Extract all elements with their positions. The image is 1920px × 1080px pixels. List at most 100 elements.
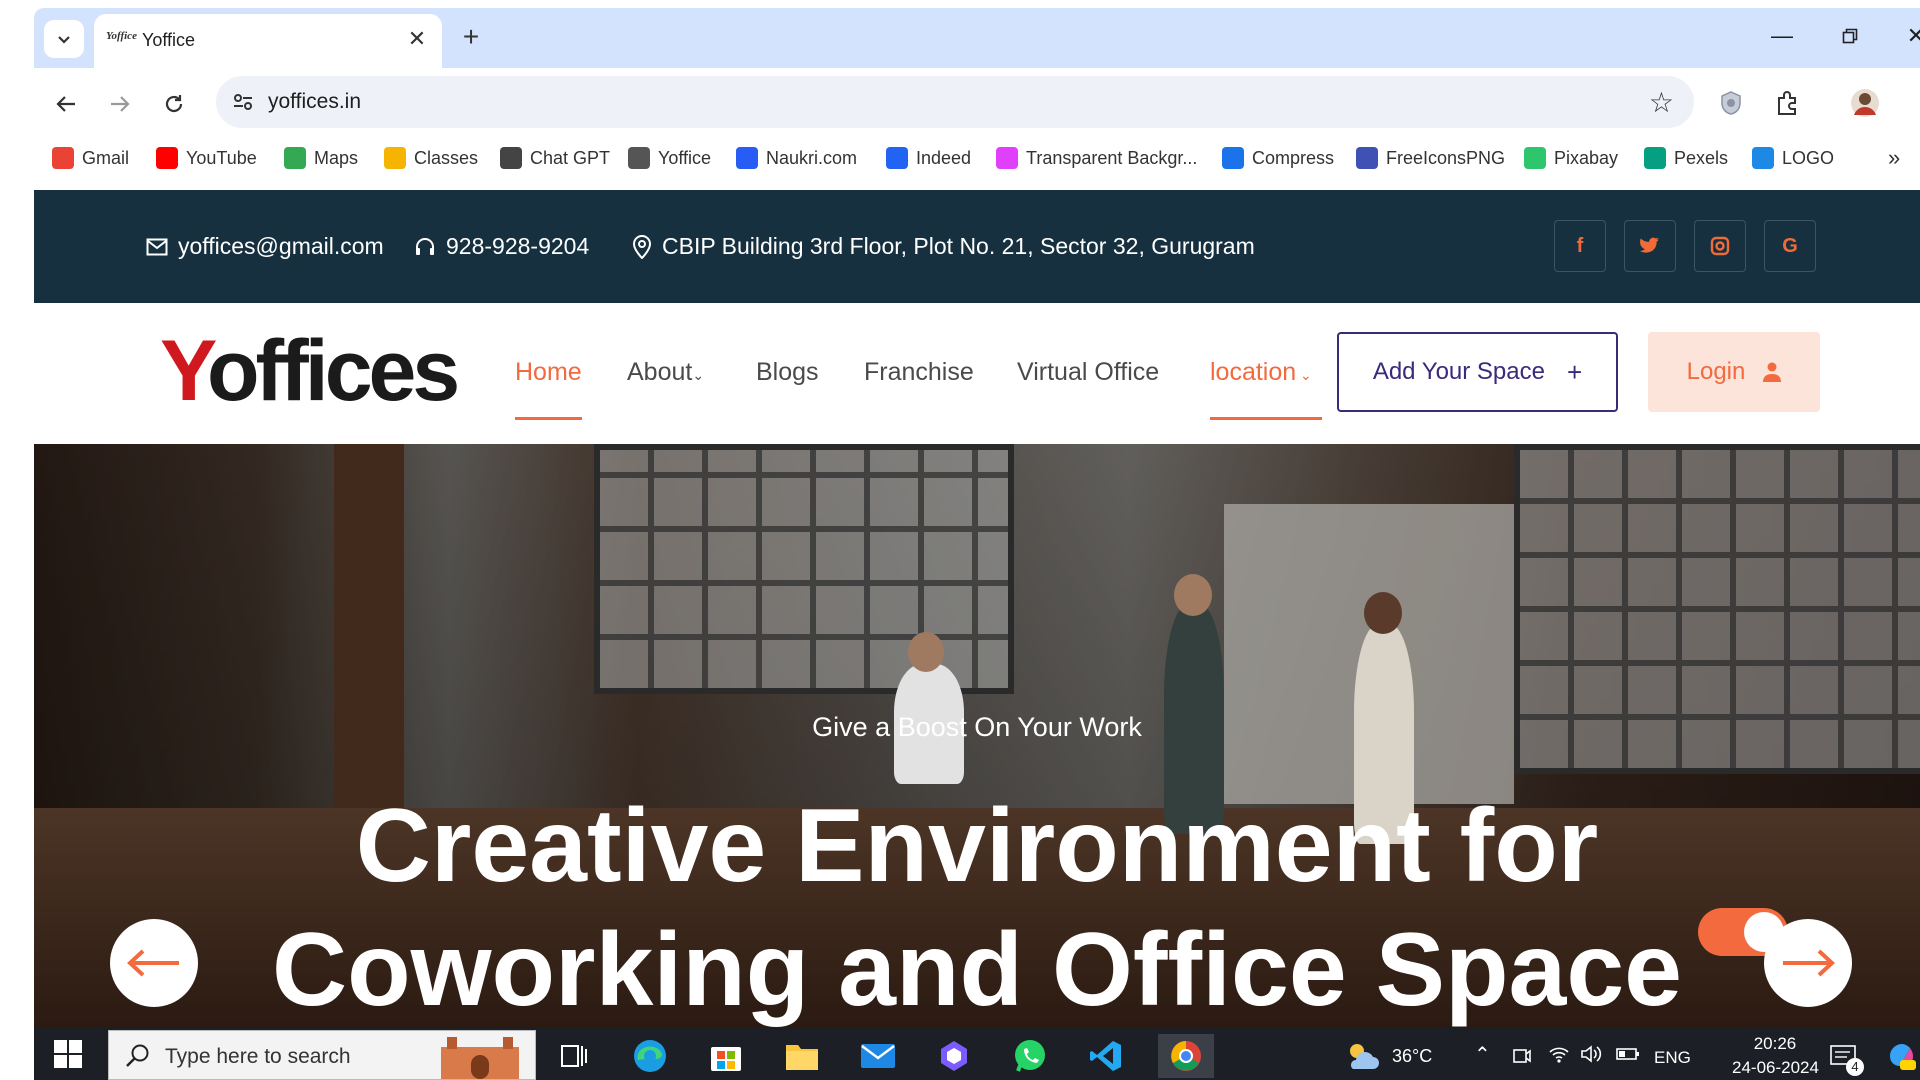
nav-home-underline xyxy=(515,417,582,420)
nav-virtual-office[interactable]: Virtual Office xyxy=(1017,358,1159,387)
copilot-pre-icon[interactable] xyxy=(1886,1040,1916,1077)
restore-icon xyxy=(1842,28,1858,44)
nav-about[interactable]: About⌄ xyxy=(627,358,704,387)
notification-count: 4 xyxy=(1846,1058,1864,1076)
arrow-left-icon xyxy=(127,949,179,977)
chevron-up-icon[interactable]: ⌃ xyxy=(1474,1042,1491,1067)
vscode-icon[interactable] xyxy=(1084,1034,1128,1078)
logo-text: offices xyxy=(206,323,460,419)
site-logo[interactable]: Yoffices xyxy=(160,323,460,419)
yoffice-icon xyxy=(628,147,650,169)
search-icon xyxy=(126,1044,149,1067)
bookmark-label: Chat GPT xyxy=(530,147,611,168)
transparent-bg-icon xyxy=(996,147,1018,169)
add-your-space-button[interactable]: Add Your Space + xyxy=(1337,332,1618,412)
back-button[interactable] xyxy=(46,84,86,124)
profile-avatar[interactable] xyxy=(1846,84,1884,122)
nav-blogs[interactable]: Blogs xyxy=(756,358,819,387)
twitter-icon[interactable] xyxy=(1624,220,1676,272)
battery-icon[interactable] xyxy=(1616,1046,1640,1067)
facebook-icon[interactable]: f xyxy=(1554,220,1606,272)
bookmark-item[interactable]: LOGO xyxy=(1752,146,1834,170)
new-tab-button[interactable]: + xyxy=(456,21,486,52)
bookmark-item[interactable]: Gmail xyxy=(52,146,129,170)
meet-now-icon[interactable] xyxy=(1512,1044,1532,1071)
bookmark-item[interactable]: YouTube xyxy=(156,146,257,170)
chrome-icon[interactable] xyxy=(1158,1034,1214,1078)
minimize-button[interactable]: — xyxy=(1762,18,1802,54)
nav-home[interactable]: Home xyxy=(515,358,582,387)
temperature[interactable]: 36°C xyxy=(1392,1046,1432,1067)
task-view-icon[interactable] xyxy=(552,1034,596,1078)
close-window-button[interactable]: ✕ xyxy=(1896,18,1920,54)
pixabay-icon xyxy=(1524,147,1546,169)
restore-button[interactable] xyxy=(1830,18,1870,54)
hero-prev-button[interactable] xyxy=(110,919,198,1007)
naukri-icon xyxy=(736,147,758,169)
bookmark-label: Classes xyxy=(414,147,479,168)
whatsapp-icon[interactable] xyxy=(1008,1034,1052,1078)
nav-location[interactable]: location ⌄ xyxy=(1210,358,1312,387)
login-label: Login xyxy=(1686,358,1746,385)
bookmark-item[interactable]: FreeIconsPNG xyxy=(1356,146,1505,170)
bookmark-item[interactable]: Chat GPT xyxy=(500,146,610,170)
clock[interactable]: 20:26 24-06-2024 xyxy=(1732,1034,1819,1078)
bookmark-item[interactable]: Maps xyxy=(284,146,358,170)
edge-icon[interactable] xyxy=(628,1034,672,1078)
nav-franchise[interactable]: Franchise xyxy=(864,358,974,387)
freeiconspng-icon xyxy=(1356,147,1378,169)
taskbar-search-box[interactable]: Type here to search xyxy=(108,1030,536,1080)
tab-close-icon[interactable]: ✕ xyxy=(404,26,430,52)
bookmark-label: Transparent Backgr... xyxy=(1026,147,1198,168)
extensions-puzzle-icon[interactable] xyxy=(1768,84,1806,122)
weather-icon[interactable] xyxy=(1340,1034,1384,1078)
bookmark-item[interactable]: Compress xyxy=(1222,146,1334,170)
bookmark-item[interactable]: Classes xyxy=(384,146,478,170)
hero-title: Creative Environment for Coworking and O… xyxy=(34,784,1920,1028)
windows-start-icon[interactable] xyxy=(54,1040,82,1068)
wifi-icon[interactable] xyxy=(1548,1044,1570,1069)
indeed-icon xyxy=(886,147,908,169)
bookmark-item[interactable]: Indeed xyxy=(886,146,971,170)
chevron-down-icon: ⌄ xyxy=(1296,367,1312,383)
hero-next-button[interactable] xyxy=(1764,919,1852,1007)
volume-icon[interactable] xyxy=(1580,1044,1602,1069)
maps-icon xyxy=(284,147,306,169)
contact-phone[interactable]: 928-928-9204 xyxy=(414,233,589,260)
more-bookmarks-button[interactable]: » xyxy=(1888,145,1900,170)
bookmark-star-icon[interactable]: ☆ xyxy=(1649,86,1674,119)
tab-yoffice[interactable]: Yoffice Yoffice ✕ xyxy=(94,14,442,70)
microsoft-store-icon[interactable] xyxy=(704,1034,748,1078)
address-bar[interactable]: yoffices.in ☆ xyxy=(216,76,1694,128)
contact-email[interactable]: yoffices@gmail.com xyxy=(146,233,384,260)
bookmark-label: Naukri.com xyxy=(766,147,858,168)
forward-button[interactable] xyxy=(100,84,140,124)
google-icon[interactable]: G xyxy=(1764,220,1816,272)
reload-button[interactable] xyxy=(154,84,194,124)
bookmark-label: Indeed xyxy=(916,147,972,168)
file-explorer-icon[interactable] xyxy=(780,1034,824,1078)
mail-app-icon[interactable] xyxy=(856,1034,900,1078)
chevron-down-icon xyxy=(58,36,70,44)
login-button[interactable]: Login xyxy=(1648,332,1820,412)
site-info-icon[interactable] xyxy=(230,89,256,115)
user-icon xyxy=(1763,362,1782,382)
bookmark-item[interactable]: Naukri.com xyxy=(736,146,857,170)
language-indicator[interactable]: ENG xyxy=(1654,1048,1691,1068)
bookmark-item[interactable]: Yoffice xyxy=(628,146,711,170)
logo-letter-y: Y xyxy=(160,323,211,419)
hero-title-line-2: Coworking and Office Space xyxy=(271,912,1683,1028)
extension-shield-icon[interactable] xyxy=(1712,84,1750,122)
hero-title-line-1: Creative Environment for xyxy=(355,788,1599,904)
copilot-icon[interactable] xyxy=(932,1034,976,1078)
bookmark-item[interactable]: Pexels xyxy=(1644,146,1728,170)
bookmark-label: Compress xyxy=(1252,147,1335,168)
clock-time: 20:26 xyxy=(1753,1034,1797,1053)
instagram-icon[interactable] xyxy=(1694,220,1746,272)
compress-icon xyxy=(1222,147,1244,169)
tab-search-button[interactable] xyxy=(44,20,84,58)
bookmark-item[interactable]: Transparent Backgr... xyxy=(996,146,1197,170)
add-your-space-label: Add Your Space xyxy=(1372,358,1545,385)
bookmark-item[interactable]: Pixabay xyxy=(1524,146,1618,170)
notification-center[interactable]: 4 xyxy=(1830,1044,1864,1076)
